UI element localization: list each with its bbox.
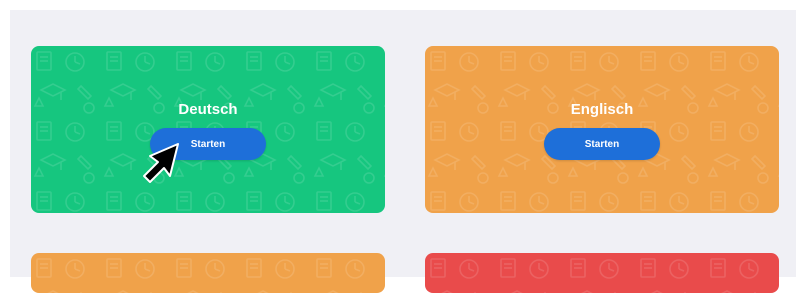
mouse-pointer-icon: [143, 143, 179, 183]
pattern-school-supplies-icon: [425, 253, 779, 293]
start-button[interactable]: Starten: [544, 128, 660, 160]
course-card-englisch[interactable]: Englisch Starten: [425, 46, 779, 213]
card-title: Englisch: [570, 101, 634, 118]
course-card[interactable]: [425, 253, 779, 293]
course-card-deutsch[interactable]: Deutsch Starten: [31, 46, 385, 213]
pattern-school-supplies-icon: [31, 253, 385, 293]
course-card[interactable]: [31, 253, 385, 293]
card-title: Deutsch: [178, 101, 238, 118]
